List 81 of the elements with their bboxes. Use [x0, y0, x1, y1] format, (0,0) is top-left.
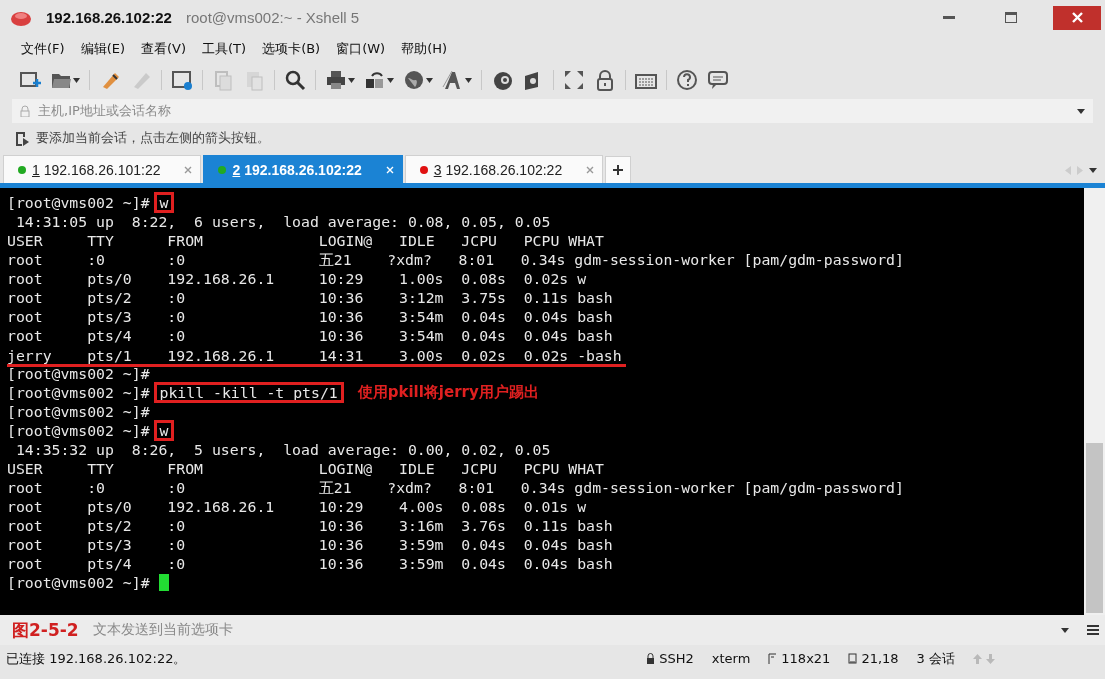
search-icon [284, 69, 306, 91]
chat-icon [707, 69, 729, 91]
terminal-prompt: [root@vms002 ~]# [7, 402, 150, 421]
terminal-prompt: [root@vms002 ~]# [7, 193, 150, 212]
terminal-prompt: [root@vms002 ~]# [7, 383, 150, 402]
menu-item[interactable]: 窗口(W) [329, 38, 393, 60]
terminal-output-line: root pts/4 :0 10:36 3:59m 0.04s 0.04s bash [7, 554, 613, 573]
cursor-position-icon [848, 653, 858, 664]
cursor-position: 21,18 [861, 651, 899, 666]
terminal-output-line: 14:35:32 up 8:26, 5 users, load average: 0.00, 0.02, 0.05 [14, 440, 551, 459]
connection-status: 已连接 192.168.26.102:22。 [6, 649, 188, 668]
printer-icon [325, 69, 347, 91]
help-icon [676, 69, 698, 91]
terminal-output-line: root :0 :0 五21 ?xdm? 8:01 0.34s gdm-session-worker [pam/gdm-password] [7, 478, 904, 497]
caret-icon [426, 77, 433, 83]
terminal-prompt: [root@vms002 ~]# [7, 364, 150, 383]
terminal-output-line: 14:31:05 up 8:22, 6 users, load average: 0.08, 0.05, 0.05 [14, 212, 551, 231]
arrow-icon [14, 130, 30, 146]
plus-icon [613, 165, 624, 175]
tab-label: 1 192.168.26.101:22 [32, 161, 161, 178]
terminal-prompt: [root@vms002 ~]# [7, 573, 150, 592]
dropdown-icon [1077, 108, 1085, 114]
fullscreen-icon [563, 69, 585, 91]
terminal-output-line: root pts/0 192.168.26.1 10:29 1.00s 0.08s 0.02s w [7, 269, 587, 288]
caret-icon [465, 77, 472, 83]
caret-icon [348, 77, 355, 83]
session-tab[interactable]: 1 192.168.26.101:22 [3, 155, 202, 183]
menu-item[interactable]: 编辑(E) [73, 38, 132, 60]
new-tab-button[interactable] [605, 156, 632, 183]
menu-item[interactable]: 文件(F) [14, 38, 72, 60]
minimize-icon [943, 16, 955, 19]
terminal-command: pkill -kill -t pts/1 [155, 384, 342, 401]
scrollbar[interactable] [1084, 188, 1105, 615]
window-title: 192.168.26.102:22 [46, 9, 172, 26]
terminal-prompt: [root@vms002 ~]# [7, 421, 150, 440]
close-icon [1071, 12, 1083, 23]
terminal-output-line: root :0 :0 五21 ?xdm? 8:01 0.34s gdm-session-worker [pam/gdm-password] [7, 250, 904, 269]
session-tab[interactable]: 2 192.168.26.102:22 [203, 155, 403, 183]
terminal-output-line: root pts/2 :0 10:36 3:16m 3.76s 0.11s bash [7, 516, 613, 535]
terminal-output-line: jerry pts/1 192.168.26.1 14:31 3.00s 0.02s 0.02s -bash [7, 346, 626, 367]
terminal-output-line: USER TTY FROM LOGIN@ IDLE JCPU PCPU WHAT [7, 459, 604, 478]
window-subtitle: root@vms002:~ - Xshell 5 [185, 9, 360, 26]
session-hint: 要添加当前会话，点击左侧的箭头按钮。 [36, 129, 270, 147]
caret-icon [73, 77, 80, 83]
copy-icon [212, 69, 234, 91]
close-icon[interactable] [586, 165, 595, 174]
lock-icon [594, 69, 616, 91]
terminal-output-line: root pts/2 :0 10:36 3:12m 3.75s 0.11s bash [7, 288, 613, 307]
figure-label: 图2-5-2 [12, 618, 79, 642]
terminal-type: xterm [711, 651, 751, 666]
maximize-icon [1005, 12, 1017, 23]
session-tab[interactable]: 3 192.168.26.102:22 [404, 155, 604, 183]
close-icon[interactable] [184, 165, 193, 174]
lock-icon [646, 653, 656, 664]
tab-label: 2 192.168.26.102:22 [232, 161, 362, 178]
terminal-command: w [155, 194, 173, 211]
menu-item[interactable]: 工具(T) [195, 38, 254, 60]
terminal-size: 118x21 [781, 651, 831, 666]
dropdown-icon[interactable] [1089, 168, 1097, 173]
terminal-output-line: root pts/4 :0 10:36 3:54m 0.04s 0.04s bash [7, 326, 613, 345]
caret-icon [387, 77, 394, 83]
terminal-output-line: root pts/3 :0 10:36 3:54m 0.04s 0.04s bash [7, 307, 613, 326]
dropdown-icon[interactable] [1061, 627, 1069, 633]
size-icon [768, 653, 778, 664]
session-count: 3 会话 [916, 649, 955, 668]
scrollbar-thumb[interactable] [1086, 443, 1103, 613]
globe-icon [403, 69, 425, 91]
terminal-output-line: root pts/0 192.168.26.1 10:29 4.00s 0.08s 0.01s w [7, 497, 587, 516]
menu-item[interactable]: 帮助(H) [394, 38, 455, 60]
transfer-icon [364, 69, 386, 91]
close-button[interactable] [1053, 5, 1101, 30]
menu-icon[interactable] [1087, 625, 1099, 635]
menu-item[interactable]: 查看(V) [134, 38, 194, 60]
terminal-output-line: root pts/3 :0 10:36 3:59m 0.04s 0.04s bash [7, 535, 613, 554]
terminal-command: w [155, 422, 173, 439]
protocol-label: SSH2 [659, 651, 694, 666]
annotation-text: 使用pkill将jerry用户踢出 [357, 383, 539, 402]
terminal-output-line: USER TTY FROM LOGIN@ IDLE JCPU PCPU WHAT [7, 231, 604, 250]
tab-label: 3 192.168.26.102:22 [433, 161, 563, 178]
lock-icon [20, 105, 30, 117]
menu-item[interactable]: 选项卡(B) [255, 38, 328, 60]
